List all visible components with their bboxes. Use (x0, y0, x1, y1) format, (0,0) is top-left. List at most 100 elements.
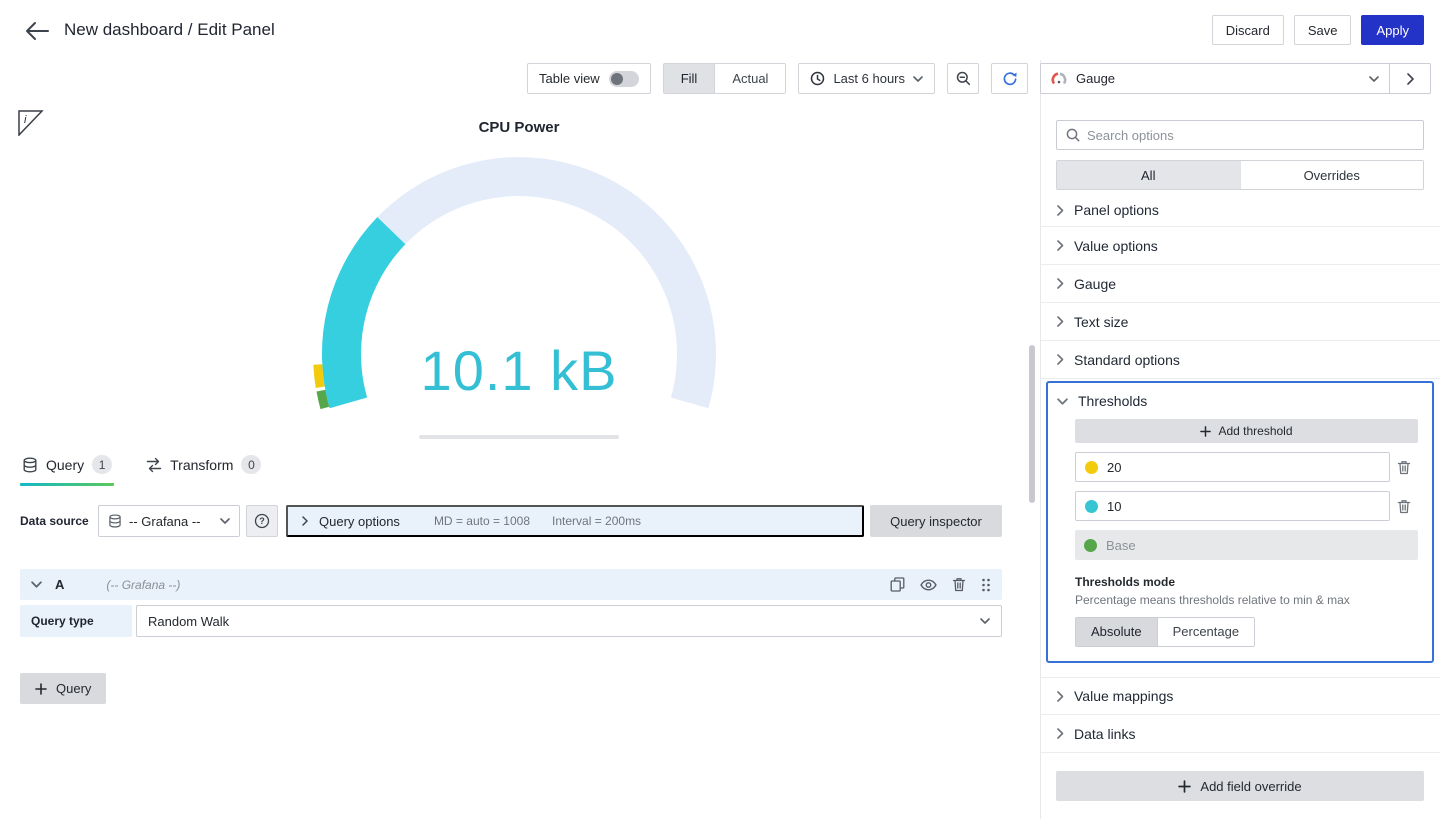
chevron-down-icon[interactable] (31, 581, 42, 588)
table-view-switch[interactable] (609, 71, 639, 87)
section-text-size[interactable]: Text size (1040, 303, 1440, 341)
add-query-button[interactable]: Query (20, 673, 106, 704)
chevron-down-icon (1369, 76, 1379, 82)
database-icon (108, 514, 122, 528)
panel-toolbar: Table view Fill Actual Last 6 hours (527, 63, 1028, 94)
options-search-input[interactable] (1087, 128, 1414, 143)
switch-knob (611, 73, 623, 85)
options-sections: Panel options Value options Gauge Text s… (1040, 194, 1440, 801)
tab-overrides[interactable]: Overrides (1240, 161, 1424, 189)
info-corner-triangle (19, 111, 42, 135)
chevron-right-icon (1057, 205, 1064, 216)
datasource-help-button[interactable]: ? (246, 505, 278, 537)
refresh-icon (1002, 71, 1018, 87)
add-threshold-button[interactable]: Add threshold (1075, 419, 1418, 443)
visualization-select[interactable]: Gauge (1041, 64, 1389, 93)
chevron-down-icon (913, 76, 923, 82)
tab-transform[interactable]: Transform 0 (144, 455, 263, 486)
query-inspector-button[interactable]: Query inspector (870, 505, 1002, 537)
hide-query-button[interactable] (920, 579, 937, 591)
time-range-picker[interactable]: Last 6 hours (798, 63, 935, 94)
tab-transform-label: Transform (170, 457, 233, 473)
apply-button[interactable]: Apply (1361, 15, 1424, 45)
visualization-picker: Gauge (1040, 63, 1431, 94)
delete-threshold-button[interactable] (1390, 460, 1418, 475)
trash-icon (1397, 460, 1411, 475)
actual-button[interactable]: Actual (714, 64, 785, 93)
zoom-out-button[interactable] (947, 63, 979, 94)
fill-button[interactable]: Fill (664, 64, 715, 93)
add-field-override-button[interactable]: Add field override (1056, 771, 1424, 801)
section-standard-options[interactable]: Standard options (1040, 341, 1440, 379)
section-value-mappings[interactable]: Value mappings (1040, 677, 1440, 715)
chevron-right-icon (1057, 316, 1064, 327)
transform-icon (146, 457, 162, 473)
thresholds-content: Add threshold 20 10 (1048, 419, 1432, 647)
tab-query[interactable]: Query 1 (20, 455, 114, 486)
thresholds-mode-description: Percentage means thresholds relative to … (1075, 593, 1418, 608)
threshold-base-label: Base (1106, 538, 1136, 553)
discard-button[interactable]: Discard (1212, 15, 1284, 45)
section-panel-options[interactable]: Panel options (1040, 194, 1440, 227)
query-options-toggle: Query options (302, 514, 400, 529)
trash-icon (952, 577, 966, 592)
panel-info-corner[interactable]: i (18, 110, 44, 136)
help-icon: ? (254, 513, 270, 529)
delete-threshold-button[interactable] (1390, 499, 1418, 514)
tab-transform-count: 0 (241, 455, 261, 474)
section-value-options[interactable]: Value options (1040, 227, 1440, 265)
interval-value: Interval = 200ms (552, 514, 641, 528)
threshold-row: 20 (1075, 452, 1418, 482)
gauge-viz-icon (1051, 71, 1067, 87)
query-options-bar[interactable]: Query options MD = auto = 1008 Interval … (286, 505, 864, 537)
thresholds-header[interactable]: Thresholds (1048, 383, 1432, 419)
absolute-mode-button[interactable]: Absolute (1076, 618, 1157, 646)
query-type-select[interactable]: Random Walk (136, 605, 1002, 637)
threshold-color-dot[interactable] (1085, 500, 1098, 513)
chevron-down-icon (980, 618, 990, 624)
scrollbar-thumb[interactable] (1029, 345, 1035, 503)
search-icon (1066, 128, 1080, 142)
chevron-down-icon (220, 518, 230, 524)
plus-icon (1178, 780, 1191, 793)
save-button[interactable]: Save (1294, 15, 1352, 45)
threshold-value-input[interactable]: 10 (1075, 491, 1390, 521)
threshold-value: 20 (1107, 460, 1121, 475)
eye-icon (920, 579, 937, 591)
toggle-viz-picker-button[interactable] (1389, 64, 1430, 93)
duplicate-query-button[interactable] (890, 577, 905, 592)
visualization-name: Gauge (1076, 71, 1115, 86)
arrow-left-icon (24, 20, 50, 42)
remove-query-button[interactable] (952, 577, 966, 592)
percentage-mode-button[interactable]: Percentage (1157, 618, 1255, 646)
fill-actual-group: Fill Actual (663, 63, 787, 94)
drag-query-handle[interactable] (981, 578, 991, 592)
panel-resize-handle[interactable] (419, 435, 619, 439)
time-range-label: Last 6 hours (833, 71, 905, 86)
thresholds-mode-label: Thresholds mode (1075, 575, 1418, 590)
tab-query-count: 1 (92, 455, 112, 474)
query-refid: A (55, 577, 64, 592)
back-button[interactable] (22, 18, 52, 44)
threshold-value-input[interactable]: 20 (1075, 452, 1390, 482)
page-title: New dashboard / Edit Panel (64, 20, 275, 40)
query-type-value: Random Walk (148, 614, 229, 629)
plus-icon (1200, 426, 1211, 437)
refresh-button[interactable] (991, 63, 1028, 94)
datasource-select[interactable]: -- Grafana -- (98, 505, 240, 537)
chevron-right-icon (1057, 728, 1064, 739)
tab-all[interactable]: All (1057, 161, 1240, 189)
max-data-points-value: MD = auto = 1008 (434, 514, 530, 528)
section-data-links[interactable]: Data links (1040, 715, 1440, 753)
datasource-value: -- Grafana -- (129, 514, 201, 529)
chevron-right-icon (302, 516, 308, 526)
threshold-color-dot[interactable] (1085, 461, 1098, 474)
tab-query-label: Query (46, 457, 84, 473)
chevron-right-icon (1057, 240, 1064, 251)
query-row-a[interactable]: A (-- Grafana --) (20, 569, 1002, 600)
section-gauge[interactable]: Gauge (1040, 265, 1440, 303)
gauge-value: 10.1 kB (312, 338, 726, 403)
svg-text:?: ? (259, 516, 265, 526)
chevron-right-icon (1407, 73, 1414, 85)
header-actions: Discard Save Apply (1212, 15, 1424, 45)
